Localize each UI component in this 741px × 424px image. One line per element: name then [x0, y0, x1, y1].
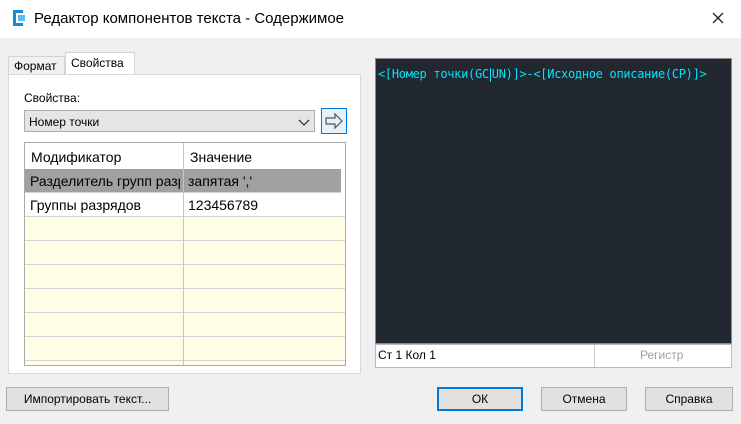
insert-property-button[interactable] — [321, 108, 347, 134]
column-header-value[interactable]: Значение — [190, 149, 252, 165]
window-title: Редактор компонентов текста - Содержимое — [34, 10, 345, 27]
case-toggle: Регистр — [640, 348, 684, 362]
preview-text: <[Номер точки(GC UN)]>-<[Исходное описани… — [378, 67, 707, 82]
column-header-modifier[interactable]: Модификатор — [31, 149, 121, 165]
grid-cell-modifier: Группы разрядов — [30, 197, 141, 213]
chevron-down-icon — [298, 119, 310, 126]
grid-cell-modifier: Разделитель групп разрядов — [30, 173, 180, 189]
empty-row — [25, 265, 345, 289]
empty-row — [25, 313, 345, 337]
ok-button[interactable]: ОК — [437, 387, 523, 411]
grid-cell-value[interactable]: запятая ',' — [188, 173, 338, 189]
insert-arrow-icon — [325, 112, 343, 130]
tab-format[interactable]: Формат — [8, 56, 65, 75]
text-preview-editor[interactable]: <[Номер точки(GC UN)]>-<[Исходное описани… — [375, 58, 732, 344]
property-select-value: Номер точки — [29, 115, 100, 129]
civil3d-icon — [13, 10, 25, 26]
import-text-button[interactable]: Импортировать текст... — [6, 387, 169, 411]
text-caret — [489, 67, 491, 82]
preview-text-after-caret: UN)]>-<[Исходное описание(CP)]> — [491, 67, 707, 81]
table-row[interactable]: Разделитель групп разрядов запятая ',' — [25, 169, 345, 193]
empty-row — [25, 217, 345, 241]
tab-properties[interactable]: Свойства — [65, 52, 135, 75]
grid-header: Модификатор Значение — [25, 143, 345, 170]
modifier-grid: Модификатор Значение Разделитель групп р… — [24, 142, 346, 366]
column-divider — [183, 143, 184, 365]
editor-status-bar: Ст 1 Кол 1 Регистр — [375, 344, 732, 368]
preview-text-before-caret: <[Номер точки(GC — [378, 67, 489, 81]
title-bar: Редактор компонентов текста - Содержимое — [0, 0, 741, 38]
row-gutter — [341, 169, 345, 193]
empty-row — [25, 337, 345, 361]
table-row[interactable]: Группы разрядов 123456789 — [25, 193, 345, 217]
property-select[interactable]: Номер точки — [24, 110, 315, 132]
cancel-button[interactable]: Отмена — [541, 387, 627, 411]
grid-cell-value[interactable]: 123456789 — [188, 197, 338, 213]
empty-row — [25, 241, 345, 265]
status-divider — [594, 345, 595, 367]
cursor-position: Ст 1 Кол 1 — [378, 348, 436, 362]
close-icon[interactable] — [704, 4, 732, 32]
help-button[interactable]: Справка — [645, 387, 733, 411]
empty-row — [25, 289, 345, 313]
properties-label: Свойства: — [24, 91, 81, 105]
